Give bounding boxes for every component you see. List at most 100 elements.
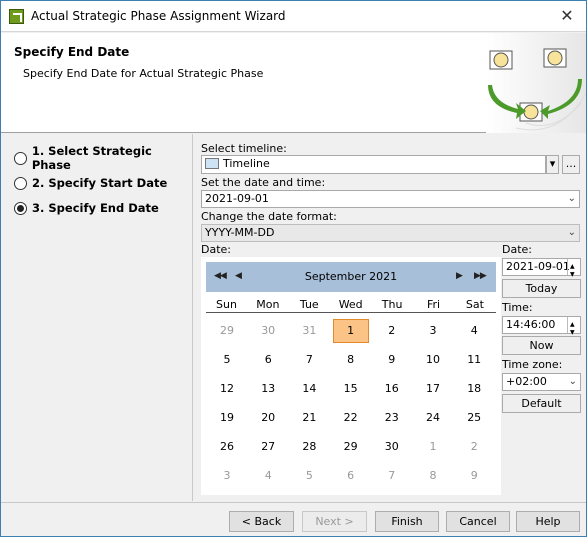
calendar-day[interactable]: 14 xyxy=(291,377,327,401)
calendar-day[interactable]: 2 xyxy=(374,319,410,343)
calendar-day[interactable]: 26 xyxy=(209,435,245,459)
calendar-day[interactable]: 9 xyxy=(374,348,410,372)
calendar-header: ◀◀ ◀ September 2021 ▶ ▶▶ xyxy=(206,262,496,292)
calendar-day[interactable]: 5 xyxy=(209,348,245,372)
weekday-label: Fri xyxy=(426,298,441,311)
back-button[interactable]: < Back xyxy=(229,511,294,532)
timeline-label: Select timeline: xyxy=(201,142,287,155)
chevron-down-icon: ⌄ xyxy=(567,193,576,204)
page-title: Specify End Date xyxy=(14,45,130,59)
calendar-day[interactable]: 8 xyxy=(333,348,369,372)
now-button[interactable]: Now xyxy=(502,336,581,355)
content-panel: Select timeline: Timeline ▾ ... Set the … xyxy=(194,134,586,501)
step-radio[interactable] xyxy=(14,151,27,165)
calendar-day[interactable]: 11 xyxy=(456,348,492,372)
date-format-select[interactable]: YYYY-MM-DD ⌄ xyxy=(201,224,580,242)
timezone-select[interactable]: +02:00 ⌄ xyxy=(502,373,581,391)
help-button[interactable]: Help xyxy=(516,511,580,532)
calendar-day[interactable]: 15 xyxy=(333,377,369,401)
calendar-day[interactable]: 5 xyxy=(291,464,327,488)
spinner-icon[interactable] xyxy=(567,317,580,341)
calendar-day[interactable]: 20 xyxy=(250,406,286,430)
calendar-day[interactable]: 6 xyxy=(250,348,286,372)
step-label: 1. Select Strategic Phase xyxy=(31,144,152,172)
calendar-day[interactable]: 2 xyxy=(456,435,492,459)
calendar-day[interactable]: 3 xyxy=(209,464,245,488)
side-date-label: Date: xyxy=(502,243,532,256)
step-specify-end-date[interactable]: 3. Specify End Date xyxy=(14,199,159,217)
close-button[interactable]: ✕ xyxy=(554,5,580,27)
format-label: Change the date format: xyxy=(201,210,337,223)
chevron-down-icon: ⌄ xyxy=(568,376,577,387)
calendar-day[interactable]: 7 xyxy=(291,348,327,372)
weekday-label: Sun xyxy=(216,298,237,311)
calendar-day[interactable]: 16 xyxy=(374,377,410,401)
calendar-day[interactable]: 3 xyxy=(415,319,451,343)
next-button[interactable]: Next > xyxy=(302,511,367,532)
time-label: Time: xyxy=(502,301,533,314)
title-bar: Actual Strategic Phase Assignment Wizard… xyxy=(1,1,586,32)
step-select-strategic-phase[interactable]: 1. Select Strategic Phase xyxy=(14,144,192,172)
calendar-day[interactable]: 21 xyxy=(291,406,327,430)
calendar-day[interactable]: 17 xyxy=(415,377,451,401)
calendar-day[interactable]: 31 xyxy=(291,319,327,343)
calendar-day[interactable]: 28 xyxy=(291,435,327,459)
calendar-day-selected[interactable]: 1 xyxy=(332,319,369,343)
finish-button[interactable]: Finish xyxy=(375,511,439,532)
step-specify-start-date[interactable]: 2. Specify Start Date xyxy=(14,174,167,192)
calendar: ◀◀ ◀ September 2021 ▶ ▶▶ Sun Mon Tue Wed Thu… xyxy=(201,257,501,495)
calendar-day[interactable]: 1 xyxy=(415,435,451,459)
calendar-day[interactable]: 25 xyxy=(456,406,492,430)
app-icon xyxy=(9,9,24,24)
step-radio-selected[interactable] xyxy=(14,201,27,215)
calendar-day[interactable]: 13 xyxy=(250,377,286,401)
calendar-day[interactable]: 22 xyxy=(333,406,369,430)
side-date-field[interactable]: 2021-09-01 xyxy=(502,258,581,283)
datetime-select[interactable]: 2021-09-01 ⌄ xyxy=(201,190,580,208)
calendar-day[interactable]: 7 xyxy=(374,464,410,488)
calendar-day[interactable]: 8 xyxy=(415,464,451,488)
time-field[interactable]: 14:46:00 xyxy=(502,316,581,341)
calendar-day[interactable]: 30 xyxy=(250,319,286,343)
wizard-window: Actual Strategic Phase Assignment Wizard… xyxy=(0,0,587,537)
time-value: 14:46:00 xyxy=(506,318,556,331)
next-year-icon[interactable]: ▶▶ xyxy=(474,271,487,281)
weekday-label: Wed xyxy=(338,298,363,311)
timeline-dropdown-button[interactable]: ▾ xyxy=(546,155,559,174)
footer: < Back Next > Finish Cancel Help xyxy=(1,502,586,536)
calendar-day[interactable]: 12 xyxy=(209,377,245,401)
window-title: Actual Strategic Phase Assignment Wizard xyxy=(31,9,286,23)
calendar-day[interactable]: 4 xyxy=(250,464,286,488)
today-button[interactable]: Today xyxy=(502,279,581,298)
calendar-day[interactable]: 4 xyxy=(456,319,492,343)
timeline-browse-button[interactable]: ... xyxy=(562,155,580,174)
spinner-icon[interactable] xyxy=(567,259,580,283)
weekday-label: Mon xyxy=(256,298,280,311)
calendar-month: September 2021 xyxy=(304,270,398,283)
calendar-day[interactable]: 24 xyxy=(415,406,451,430)
timeline-select[interactable]: Timeline xyxy=(201,155,546,174)
calendar-day[interactable]: 9 xyxy=(456,464,492,488)
clock-cycle-icon xyxy=(486,33,586,133)
calendar-day[interactable]: 18 xyxy=(456,377,492,401)
chevron-down-icon: ⌄ xyxy=(567,227,576,238)
calendar-day[interactable]: 29 xyxy=(209,319,245,343)
timeline-value: Timeline xyxy=(223,157,270,170)
calendar-day[interactable]: 23 xyxy=(374,406,410,430)
default-button[interactable]: Default xyxy=(502,394,581,413)
side-date-value: 2021-09-01 xyxy=(506,260,570,273)
page-subtitle: Specify End Date for Actual Strategic Ph… xyxy=(23,67,264,80)
calendar-day[interactable]: 30 xyxy=(374,435,410,459)
calendar-day[interactable]: 27 xyxy=(250,435,286,459)
calendar-day[interactable]: 29 xyxy=(333,435,369,459)
step-label: 3. Specify End Date xyxy=(32,201,159,215)
timezone-value: +02:00 xyxy=(506,375,547,388)
calendar-day[interactable]: 10 xyxy=(415,348,451,372)
weekday-label: Sat xyxy=(465,298,484,311)
next-month-icon[interactable]: ▶ xyxy=(456,271,463,281)
calendar-day[interactable]: 19 xyxy=(209,406,245,430)
calendar-day[interactable]: 6 xyxy=(333,464,369,488)
step-radio[interactable] xyxy=(14,176,27,190)
cancel-button[interactable]: Cancel xyxy=(446,511,510,532)
timezone-label: Time zone: xyxy=(502,358,563,371)
